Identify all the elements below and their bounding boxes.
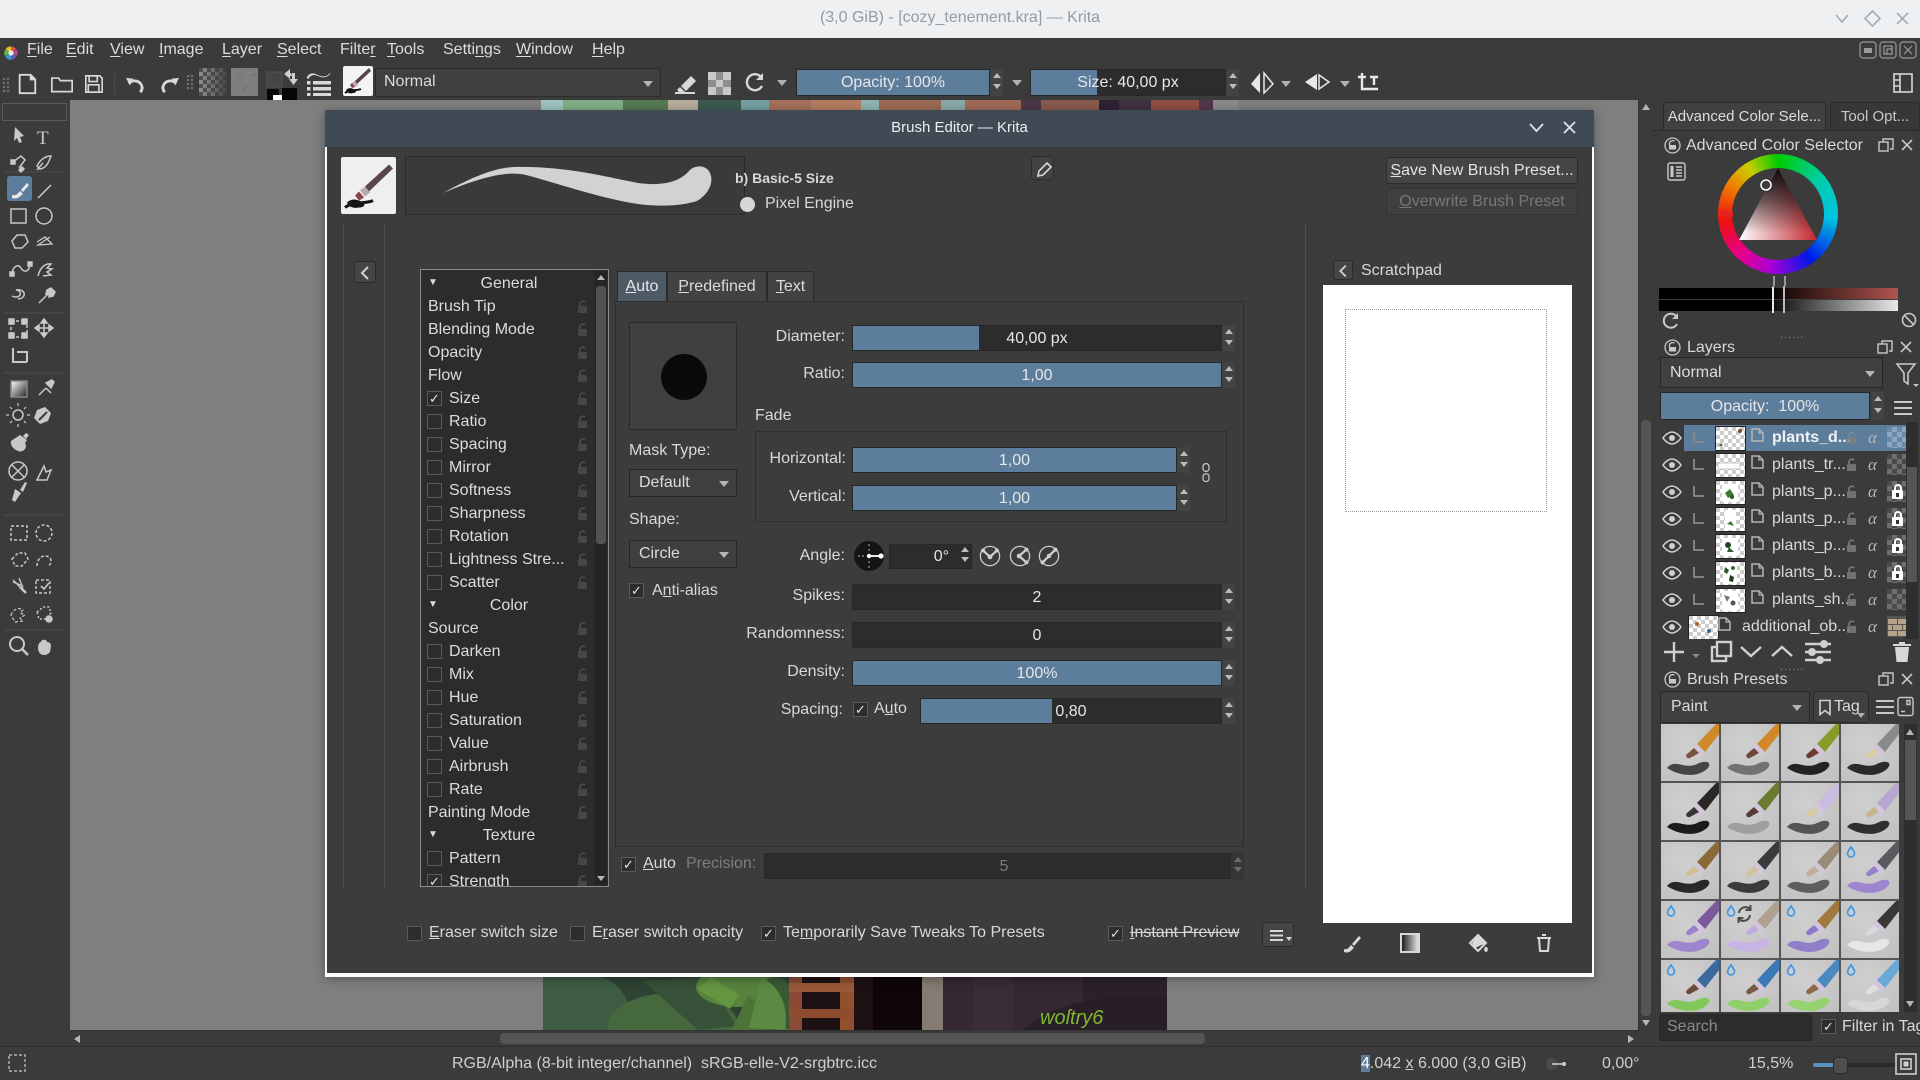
svg-text:T: T [37,128,49,149]
svg-text:woſtry6: woſtry6 [1040,1007,1104,1029]
